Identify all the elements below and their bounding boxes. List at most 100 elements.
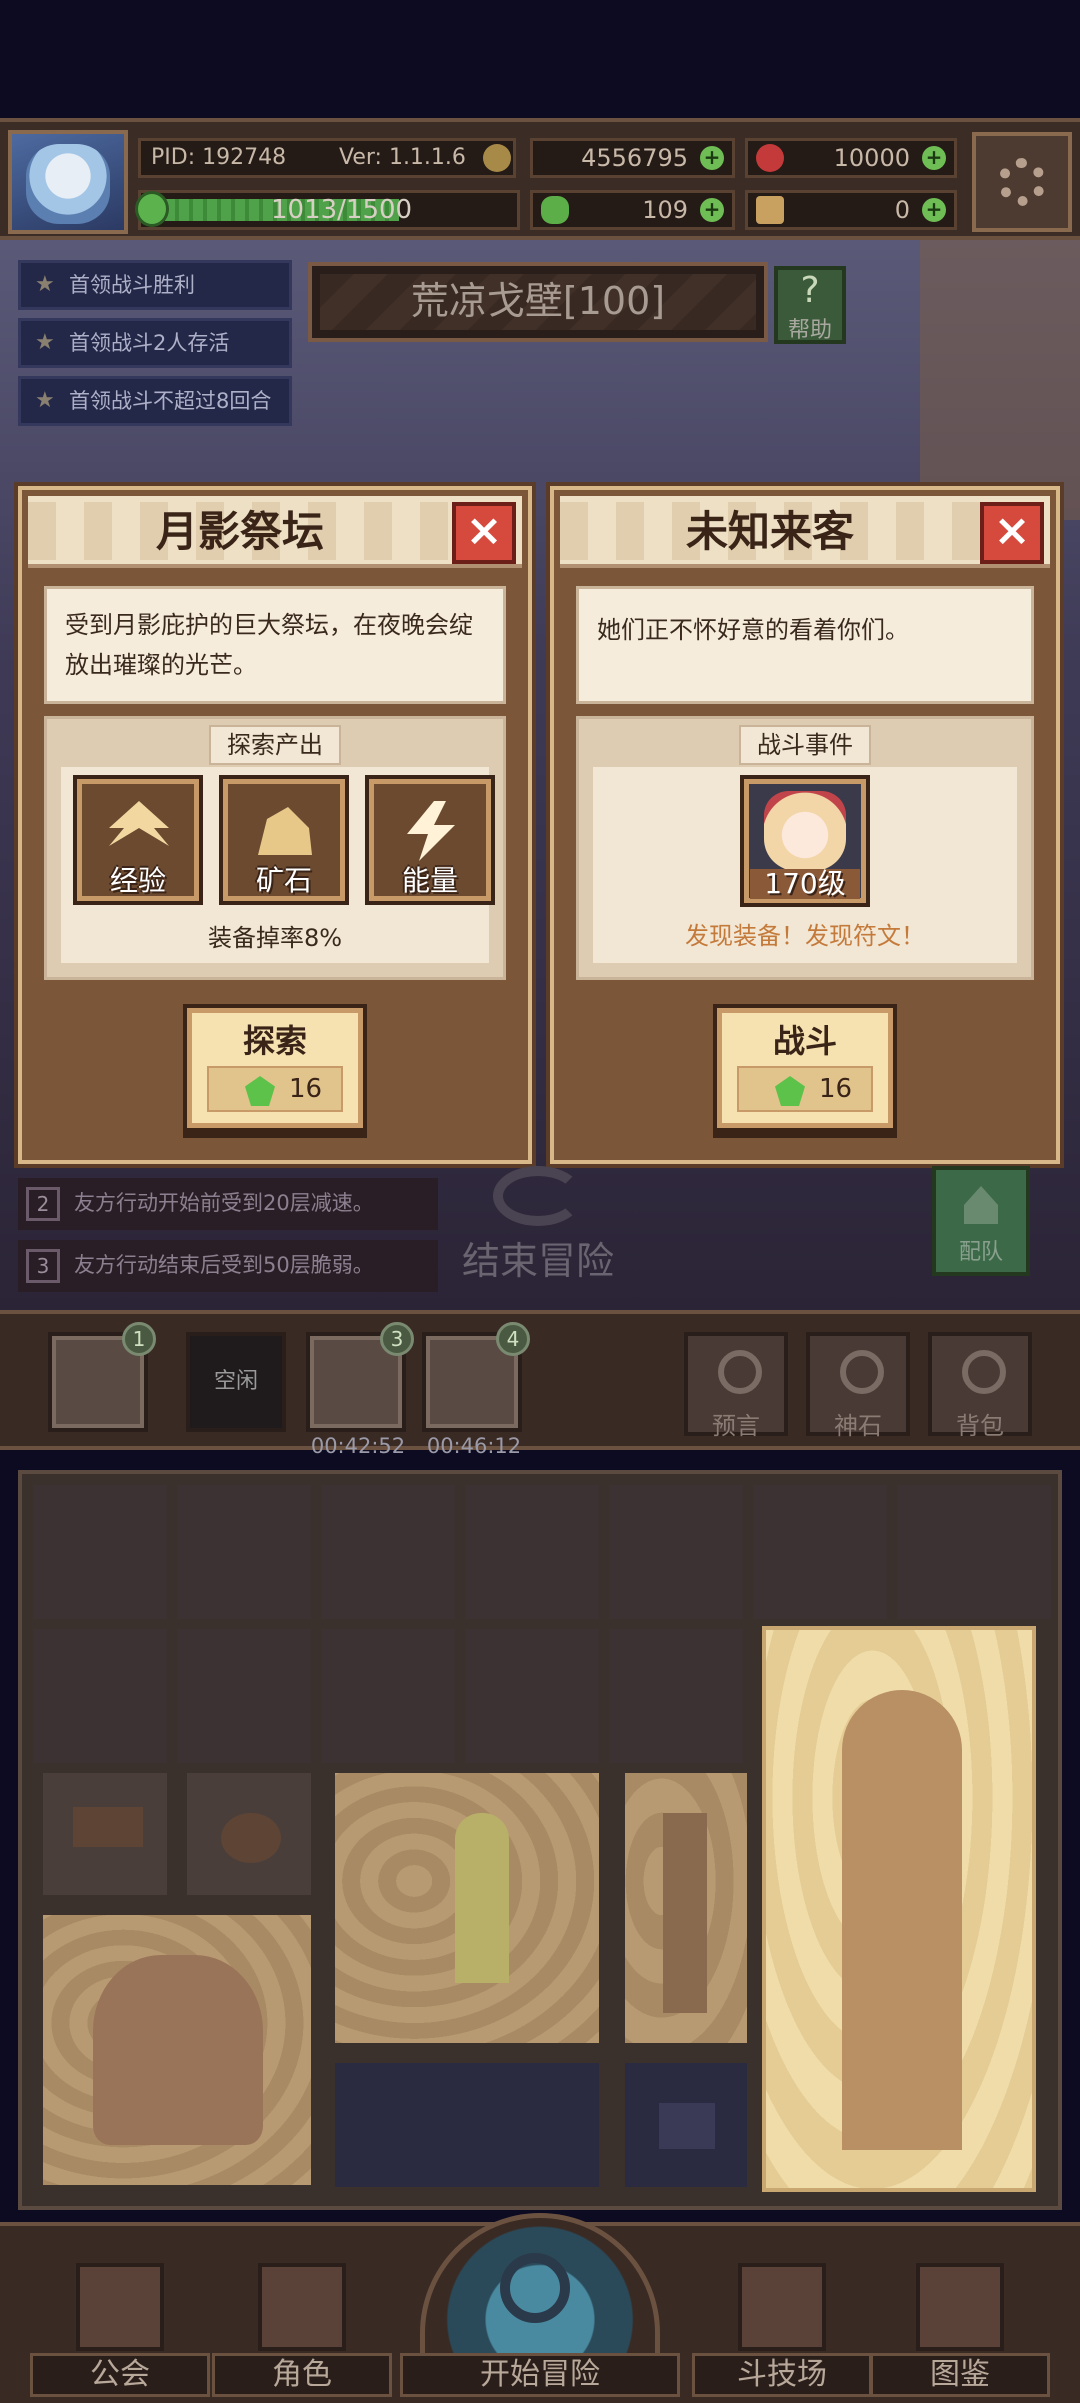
settings-button[interactable]	[972, 132, 1072, 232]
boulder-icon	[93, 1955, 263, 2145]
adventure-slot-3[interactable]: 3 00:42:52	[306, 1322, 414, 1458]
add-gems-icon[interactable]: +	[922, 146, 946, 170]
crossed-swords-icon	[738, 2263, 826, 2351]
map-tile[interactable]	[30, 1626, 170, 1766]
card-title: 未知来客	[685, 507, 854, 556]
top-hud: PID: 192748 Ver: 1.1.1.6 4556795 + 10000…	[0, 118, 1080, 240]
energy-cost: 16	[737, 1066, 873, 1112]
player-id: PID: 192748	[151, 145, 287, 170]
character-icon	[258, 2263, 346, 2351]
adventure-slot-bar: 1 空闲 3 00:42:52 4 00:46:12 预言 神石 背包	[0, 1310, 1080, 1458]
reward-experience[interactable]: 经验	[73, 775, 203, 905]
battle-button[interactable]: 战斗 16	[713, 1004, 897, 1132]
map-tile-pillar[interactable]	[622, 1770, 750, 2046]
chest-icon	[659, 2103, 715, 2149]
slot-badge: 3	[380, 1322, 414, 1356]
reward-label: 矿石	[255, 864, 312, 897]
gold-amount: 4556795	[581, 144, 688, 172]
add-clover-icon[interactable]: +	[700, 198, 724, 222]
card-header: 月影祭坛 ×	[28, 496, 522, 568]
help-button[interactable]: ? 帮助	[774, 266, 846, 344]
adventure-slot-4[interactable]: 4 00:46:12	[422, 1322, 530, 1458]
explore-button[interactable]: 探索 16	[183, 1004, 367, 1132]
map-tile[interactable]	[750, 1482, 890, 1622]
quest-text: 首领战斗不超过8回合	[69, 389, 272, 413]
team-label: 配队	[958, 1240, 1003, 1265]
close-button[interactable]: ×	[980, 502, 1044, 564]
help-label: 帮助	[787, 318, 832, 343]
map-tile-hidden[interactable]	[332, 2060, 602, 2190]
map-tile[interactable]	[462, 1626, 602, 1766]
player-avatar[interactable]	[8, 130, 128, 234]
map-tile[interactable]	[462, 1482, 602, 1622]
nav-codex[interactable]: 图鉴	[870, 2253, 1050, 2403]
slot-timer: 00:46:12	[426, 1434, 522, 1458]
nav-label: 公会	[30, 2353, 210, 2397]
map-tile[interactable]	[894, 1482, 1054, 1622]
add-keys-icon[interactable]: +	[922, 198, 946, 222]
map-tile-boulder[interactable]	[40, 1912, 314, 2188]
key-counter: 0 +	[745, 190, 957, 230]
map-tile-chest[interactable]	[622, 2060, 750, 2190]
map-tile[interactable]	[318, 1482, 458, 1622]
battle-rule: 3 友方行动结束后受到50层脆弱。	[18, 1240, 438, 1292]
campfire-icon	[221, 1813, 281, 1863]
reward-ore[interactable]: 矿石	[219, 775, 349, 905]
lightning-icon	[407, 801, 455, 861]
area-title: 荒凉戈壁[100]	[308, 262, 768, 342]
return-arrow-icon	[493, 1166, 583, 1226]
nav-character[interactable]: 角色	[212, 2253, 392, 2403]
close-button[interactable]: ×	[452, 502, 516, 564]
gear-icon	[998, 158, 1046, 206]
adventure-slot-1[interactable]: 1	[48, 1322, 156, 1432]
prophecy-button[interactable]: 预言	[684, 1332, 788, 1440]
battle-label: 战斗	[772, 1022, 837, 1060]
quest-text: 首领战斗2人存活	[69, 331, 230, 355]
clover-counter: 109 +	[530, 190, 735, 230]
reward-label: 经验	[109, 864, 166, 897]
star-icon: ★	[35, 330, 55, 355]
map-tile[interactable]	[606, 1482, 746, 1622]
quest-text: 首领战斗胜利	[69, 273, 195, 297]
nav-arena[interactable]: 斗技场	[692, 2253, 872, 2403]
quest-objective: ★ 首领战斗胜利	[18, 260, 292, 310]
menu-label: 背包	[956, 1412, 1004, 1440]
slot-badge: 4	[496, 1322, 530, 1356]
god-stone-button[interactable]: 神石	[806, 1332, 910, 1440]
cactus-icon	[455, 1813, 509, 1983]
end-adventure-button[interactable]: 结束冒险	[458, 1166, 618, 1286]
reward-label: 能量	[401, 864, 458, 897]
card-description: 受到月影庇护的巨大祭坛，在夜晚会绽放出璀璨的光芒。	[44, 586, 506, 704]
nav-start-adventure[interactable]: 开始冒险	[400, 2213, 680, 2403]
ore-icon	[258, 807, 312, 855]
gem-counter: 10000 +	[745, 138, 957, 178]
map-tile[interactable]	[606, 1626, 746, 1766]
map-tile-cactus[interactable]	[332, 1770, 602, 2046]
quest-objective: ★ 首领战斗2人存活	[18, 318, 292, 368]
map-tile-campfire[interactable]	[184, 1770, 314, 1898]
reward-energy[interactable]: 能量	[365, 775, 495, 905]
game-version: Ver: 1.1.1.6	[339, 145, 466, 170]
experience-icon	[109, 801, 169, 846]
map-tile-moon-altar[interactable]	[762, 1626, 1036, 2192]
map-tile[interactable]	[318, 1626, 458, 1766]
add-gold-icon[interactable]: +	[700, 146, 724, 170]
backpack-button[interactable]: 背包	[928, 1332, 1032, 1440]
team-setup-button[interactable]: 配队	[932, 1166, 1030, 1276]
clover-amount: 109	[642, 196, 688, 224]
map-tile-signpost[interactable]	[40, 1770, 170, 1898]
map-tile[interactable]	[174, 1482, 314, 1622]
adventure-slot-idle[interactable]: 空闲	[186, 1332, 286, 1432]
guild-icon	[76, 2263, 164, 2351]
gold-counter: 4556795 +	[530, 138, 735, 178]
map-tile[interactable]	[30, 1482, 170, 1622]
nav-guild[interactable]: 公会	[30, 2253, 210, 2403]
nav-label: 角色	[212, 2353, 392, 2397]
map-tile[interactable]	[174, 1626, 314, 1766]
nav-label: 斗技场	[692, 2353, 872, 2397]
battle-panel: 170级 发现装备！发现符文！	[593, 767, 1017, 963]
enemy-level: 170级	[750, 869, 860, 899]
enemy-portrait[interactable]: 170级	[740, 775, 870, 907]
exploration-map	[18, 1470, 1062, 2210]
signpost-icon	[73, 1807, 143, 1847]
